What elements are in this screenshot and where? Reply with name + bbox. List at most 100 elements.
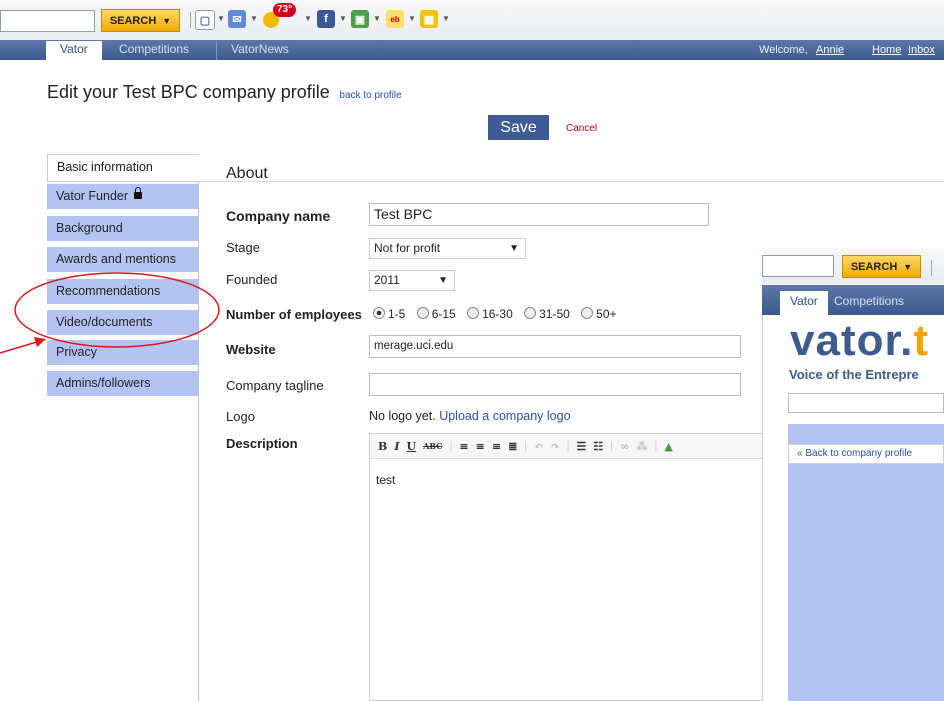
company-name-label: Company name <box>226 208 331 224</box>
chevron-down-icon[interactable]: ▼ <box>162 16 171 26</box>
chevron-down-icon[interactable]: ▼ <box>903 262 912 272</box>
logo-text: vator. <box>790 316 914 365</box>
back-to-company-profile-link[interactable]: « Back to company profile <box>788 444 944 464</box>
cancel-link[interactable]: Cancel <box>566 123 597 134</box>
ebay-icon[interactable]: eb <box>386 10 404 28</box>
align-right-icon[interactable]: ≡ <box>492 440 501 453</box>
user-name[interactable]: Annie <box>816 44 844 56</box>
radio-label: 1-5 <box>388 307 406 321</box>
toolbar-separator: | <box>449 440 453 452</box>
chevron-down-icon: ▼ <box>509 243 519 254</box>
search-button-label: SEARCH <box>850 260 898 273</box>
company-name-field[interactable]: Test BPC <box>369 203 709 226</box>
lock-icon <box>133 187 142 199</box>
user-link[interactable]: Annie <box>816 41 844 60</box>
logo-status-text: No logo yet. <box>369 409 436 423</box>
logo-accent-text: t <box>913 316 930 365</box>
align-justify-icon[interactable]: ≣ <box>508 440 517 453</box>
toolbar-search-input[interactable] <box>0 10 95 32</box>
back-to-profile-link[interactable]: back to profile <box>339 90 401 101</box>
employees-option-16-30[interactable]: 16-30 <box>467 307 513 321</box>
italic-icon[interactable]: I <box>394 440 399 453</box>
vator-logo[interactable]: vator.t <box>790 316 929 366</box>
highlight-circle <box>14 272 220 348</box>
nav-tab-vator[interactable]: Vator <box>46 41 102 60</box>
sidebar-item-background[interactable]: Background <box>47 216 198 241</box>
home-label[interactable]: Home <box>872 44 901 56</box>
chevron-down-icon[interactable]: ▼ <box>304 14 312 23</box>
employees-option-31-50[interactable]: 31-50 <box>524 307 570 321</box>
radio-button[interactable] <box>581 307 594 319</box>
unlink-icon[interactable]: ⁂ <box>636 440 647 453</box>
popup-tab-competitions[interactable]: Competitions <box>834 291 904 315</box>
tagline-field[interactable] <box>369 373 741 396</box>
chevron-down-icon[interactable]: ▼ <box>217 14 225 23</box>
bookmark-icon[interactable]: ▢ <box>195 10 215 30</box>
chevron-down-icon[interactable]: ▼ <box>442 14 450 23</box>
radio-button[interactable] <box>467 307 480 319</box>
chevron-down-icon[interactable]: ▼ <box>250 14 258 23</box>
link-icon[interactable]: ∞ <box>620 440 629 453</box>
content-top-border <box>198 181 944 182</box>
radio-label: 6-15 <box>431 307 456 321</box>
website-field[interactable]: merage.uci.edu <box>369 335 741 358</box>
numbered-list-icon[interactable]: ☷ <box>593 440 603 453</box>
description-label: Description <box>226 436 298 451</box>
toolbar-separator: | <box>566 440 570 452</box>
employees-option-50-plus[interactable]: 50+ <box>581 307 617 321</box>
nav-tab-competitions[interactable]: Competitions <box>119 41 189 60</box>
chevron-down-icon[interactable]: ▼ <box>408 14 416 23</box>
toolbar-separator: | <box>654 440 658 452</box>
photos-icon[interactable]: ▣ <box>351 10 369 28</box>
employees-option-1-5[interactable]: 1-5 <box>373 307 405 321</box>
page-header: Edit your Test BPC company profile back … <box>47 82 402 103</box>
toolbar-separator: | <box>610 440 614 452</box>
strikethrough-icon[interactable]: ABC <box>423 441 442 451</box>
founded-select[interactable]: 2011 ▼ <box>369 270 455 291</box>
facebook-icon[interactable]: f <box>317 10 335 28</box>
popup-search-field[interactable] <box>788 393 944 413</box>
radio-button[interactable] <box>373 307 385 319</box>
inbox-link[interactable]: Inbox <box>908 41 935 60</box>
save-button[interactable]: Save <box>488 115 549 140</box>
redo-icon[interactable]: ↷ <box>550 440 559 453</box>
annotation-overlay <box>0 272 220 354</box>
toolbar-separator: | <box>524 440 528 452</box>
radio-button[interactable] <box>416 307 429 319</box>
bullet-list-icon[interactable]: ☰ <box>576 440 586 453</box>
sidebar-item-admins-followers[interactable]: Admins/followers <box>47 371 198 396</box>
underline-icon[interactable]: U <box>406 440 416 453</box>
description-editor[interactable]: B I U ABC | ≡ ≡ ≡ ≣ | ↶ ↷ | ☰ ☷ | ∞ ⁂ | … <box>369 433 763 701</box>
chevron-down-icon: ▼ <box>438 275 448 286</box>
chevron-down-icon[interactable]: ▼ <box>373 14 381 23</box>
popup-search-input[interactable] <box>762 255 834 277</box>
bold-icon[interactable]: B <box>378 440 387 453</box>
nav-tab-vatornews[interactable]: VatorNews <box>231 41 289 60</box>
sidebar-item-basic-information[interactable]: Basic information <box>47 154 198 182</box>
radio-label: 31-50 <box>539 307 570 321</box>
logo-status: No logo yet. Upload a company logo <box>369 409 571 423</box>
mail-icon[interactable]: ✉ <box>228 10 246 28</box>
search-button-label: SEARCH <box>109 14 157 27</box>
align-center-icon[interactable]: ≡ <box>476 440 485 453</box>
popup-search-button[interactable]: SEARCH ▼ <box>842 255 921 278</box>
radio-button[interactable] <box>524 307 537 319</box>
stage-select[interactable]: Not for profit ▼ <box>369 238 526 259</box>
inbox-label[interactable]: Inbox <box>908 44 935 56</box>
home-link[interactable]: Home <box>872 41 901 60</box>
upload-logo-link[interactable]: Upload a company logo <box>439 409 570 423</box>
image-icon[interactable]: ▲ <box>664 440 672 453</box>
radio-label: 16-30 <box>482 307 513 321</box>
chevron-down-icon[interactable]: ▼ <box>339 14 347 23</box>
description-text[interactable]: test <box>370 459 762 487</box>
welcome-text: Welcome, <box>759 44 808 56</box>
popup-tab-vator[interactable]: Vator <box>780 291 828 315</box>
popup-sidebar-panel <box>788 424 944 701</box>
toolbar-search-button[interactable]: SEARCH ▼ <box>101 9 180 32</box>
calendar-icon[interactable]: ▦ <box>420 10 438 28</box>
undo-icon[interactable]: ↶ <box>534 440 543 453</box>
weather-temperature[interactable]: 73° <box>273 3 297 17</box>
employees-option-6-15[interactable]: 6-15 <box>416 307 456 321</box>
align-left-icon[interactable]: ≡ <box>459 440 468 453</box>
sidebar-item-vator-funder[interactable]: Vator Funder <box>47 184 198 209</box>
